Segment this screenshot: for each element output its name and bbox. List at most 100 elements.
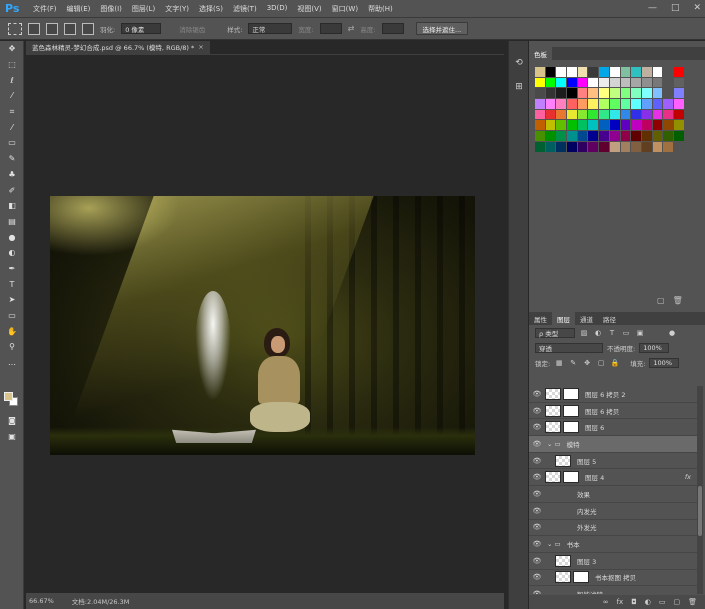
menu-3d[interactable]: 3D(D) — [267, 4, 288, 14]
minimize-button[interactable]: — — [648, 3, 657, 13]
quick-mask-icon[interactable]: ◙ — [0, 413, 24, 429]
blur-tool-icon[interactable]: ● — [0, 229, 24, 245]
add-selection-icon[interactable] — [46, 22, 58, 35]
color-swatch[interactable] — [620, 109, 631, 120]
layer-effect-row[interactable]: 👁 智能滤镜 — [529, 586, 697, 594]
layer-group-row[interactable]: 👁 ⌄ ▭ 模特 — [529, 436, 697, 453]
color-swatch[interactable] — [673, 67, 684, 77]
color-swatch[interactable] — [673, 120, 684, 131]
visibility-eye-icon[interactable]: 👁 — [529, 573, 545, 581]
color-swatch[interactable] — [577, 109, 588, 120]
color-swatch[interactable] — [535, 120, 545, 131]
lock-position-icon[interactable]: ✥ — [582, 358, 592, 368]
color-swatch[interactable] — [609, 141, 620, 152]
folder-icon[interactable]: ⌄ ▭ — [547, 540, 561, 548]
color-swatch[interactable] — [609, 67, 620, 77]
document-tab-close-icon[interactable]: × — [198, 43, 203, 51]
pen-tool-icon[interactable]: ✒ — [0, 261, 24, 277]
healing-brush-tool-icon[interactable]: ▭ — [0, 135, 24, 151]
lock-transparent-icon[interactable]: ▦ — [554, 358, 564, 368]
color-swatch[interactable] — [631, 99, 641, 109]
color-swatch[interactable] — [652, 109, 663, 120]
color-swatch[interactable] — [631, 120, 641, 131]
new-group-icon[interactable]: ▭ — [659, 598, 666, 606]
crop-tool-icon[interactable]: ⌗ — [0, 104, 24, 120]
layer-effect-row[interactable]: 👁 外发光 — [529, 520, 697, 537]
properties-panel-icon[interactable]: ⊞ — [509, 75, 529, 99]
style-select[interactable]: 正常 — [248, 23, 293, 34]
color-swatch[interactable] — [599, 141, 609, 152]
opacity-input[interactable]: 100% — [639, 342, 670, 353]
color-swatch[interactable] — [545, 120, 556, 131]
color-swatch[interactable] — [599, 88, 609, 99]
folder-icon[interactable]: ⌄ ▭ — [547, 440, 561, 448]
foreground-color-swatch[interactable] — [4, 392, 13, 401]
visibility-eye-icon[interactable]: 👁 — [529, 407, 545, 415]
color-swatch[interactable] — [545, 109, 556, 120]
tab-layers[interactable]: 图层 — [552, 312, 575, 325]
path-selection-tool-icon[interactable]: ➤ — [0, 292, 24, 308]
new-layer-icon[interactable]: ▢ — [673, 598, 680, 606]
visibility-eye-icon[interactable]: 👁 — [529, 473, 545, 481]
layer-mask-thumbnail[interactable] — [563, 387, 579, 400]
layer-row[interactable]: 👁 图层 6 — [529, 419, 697, 437]
color-swatch[interactable] — [620, 77, 631, 88]
color-swatch[interactable] — [641, 120, 652, 131]
marquee-tool-icon[interactable]: ⬚ — [0, 57, 24, 73]
color-swatch[interactable] — [577, 131, 588, 141]
menu-window[interactable]: 窗口(W) — [332, 4, 358, 14]
dodge-tool-icon[interactable]: ◐ — [0, 245, 24, 261]
color-swatch[interactable] — [567, 77, 577, 88]
color-swatch[interactable] — [673, 77, 684, 88]
color-swatch[interactable] — [631, 109, 641, 120]
layer-filter-select[interactable]: ρ 类型 — [535, 327, 575, 338]
color-swatch[interactable] — [588, 99, 599, 109]
color-swatch[interactable] — [663, 131, 673, 141]
layer-row[interactable]: 👁 图层 6 拷贝 2 — [529, 386, 697, 403]
swap-dimensions-icon[interactable]: ⇄ — [348, 24, 355, 33]
visibility-eye-icon[interactable]: 👁 — [529, 440, 545, 448]
color-swatch[interactable] — [609, 88, 620, 99]
filter-smart-object-icon[interactable]: ▣ — [635, 328, 645, 338]
color-swatch[interactable] — [631, 131, 641, 141]
zoom-tool-icon[interactable]: ⚲ — [0, 339, 24, 355]
color-swatch[interactable] — [609, 120, 620, 131]
history-brush-tool-icon[interactable]: ✐ — [0, 182, 24, 198]
color-swatch[interactable] — [652, 88, 663, 99]
color-swatch[interactable] — [620, 99, 631, 109]
color-swatch[interactable] — [577, 99, 588, 109]
color-swatch[interactable] — [588, 131, 599, 141]
color-swatch[interactable] — [535, 141, 545, 152]
width-input[interactable] — [319, 23, 342, 34]
color-swatch[interactable] — [609, 109, 620, 120]
layer-mask-thumbnail[interactable] — [563, 421, 579, 434]
layer-group-row[interactable]: 👁 ⌄ ▭ 书本 — [529, 536, 697, 553]
type-tool-icon[interactable]: T — [0, 276, 24, 292]
color-swatch[interactable] — [631, 77, 641, 88]
color-swatch[interactable] — [652, 67, 663, 77]
color-swatch[interactable] — [545, 131, 556, 141]
tab-channels[interactable]: 通道 — [575, 312, 598, 325]
color-swatch[interactable] — [620, 120, 631, 131]
menu-layer[interactable]: 图层(L) — [132, 4, 155, 14]
color-swatch[interactable] — [641, 88, 652, 99]
color-swatch[interactable] — [567, 99, 577, 109]
color-swatch[interactable] — [556, 120, 567, 131]
color-swatch[interactable] — [673, 99, 684, 109]
lock-artboard-icon[interactable]: ▢ — [596, 358, 606, 368]
new-swatch-icon[interactable]: ▢ — [657, 296, 665, 305]
color-swatch[interactable] — [599, 131, 609, 141]
color-swatch[interactable] — [588, 120, 599, 131]
layer-effect-row[interactable]: 👁 效果 — [529, 486, 697, 503]
color-swatch[interactable] — [556, 99, 567, 109]
visibility-eye-icon[interactable]: 👁 — [529, 490, 545, 498]
height-input[interactable] — [381, 23, 404, 34]
color-swatch[interactable] — [609, 131, 620, 141]
lock-image-icon[interactable]: ✎ — [568, 358, 578, 368]
color-swatch[interactable] — [652, 120, 663, 131]
link-layers-icon[interactable]: ∞ — [603, 598, 609, 606]
color-swatch[interactable] — [567, 67, 577, 77]
color-swatch[interactable] — [567, 141, 577, 152]
visibility-eye-icon[interactable]: 👁 — [529, 507, 545, 515]
color-swatch[interactable] — [663, 99, 673, 109]
